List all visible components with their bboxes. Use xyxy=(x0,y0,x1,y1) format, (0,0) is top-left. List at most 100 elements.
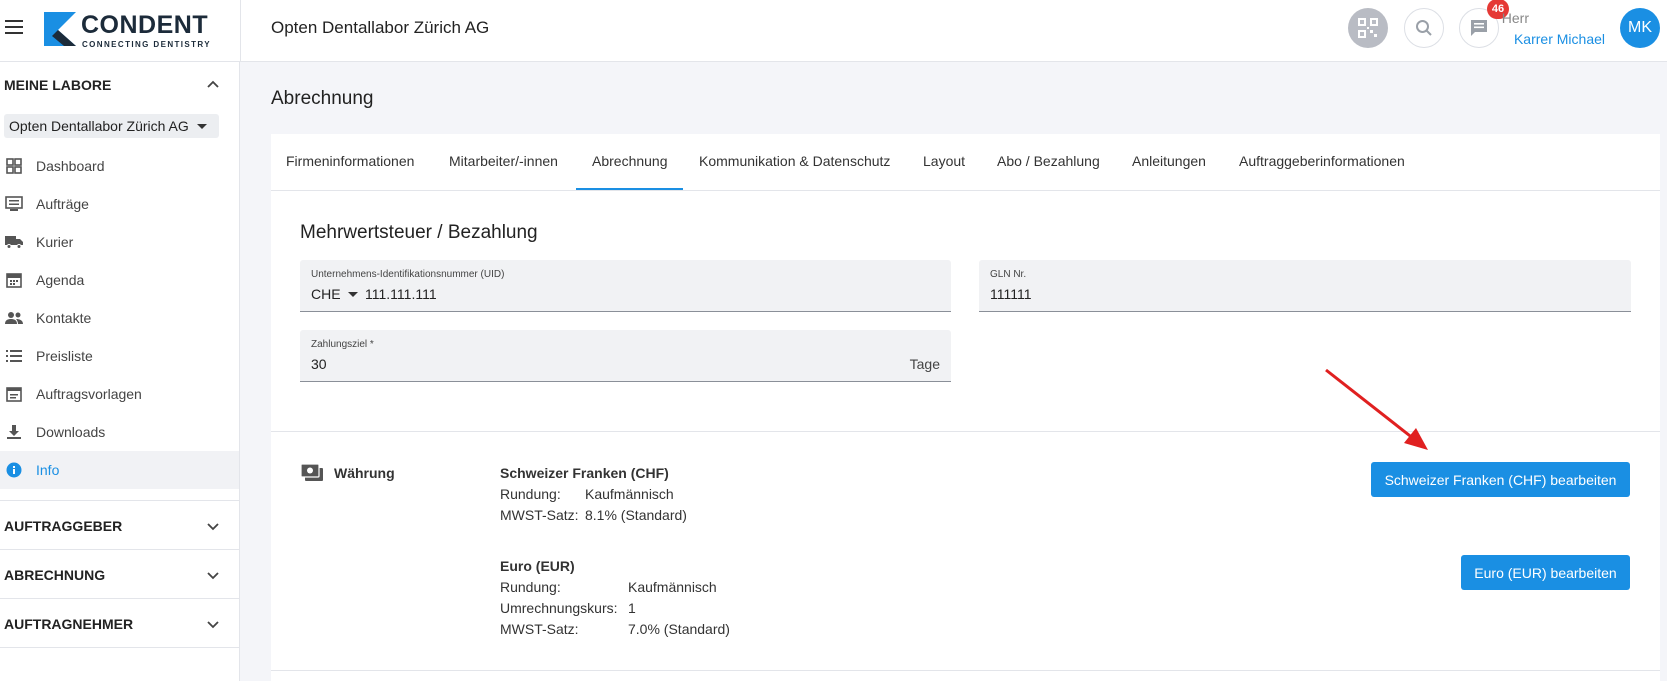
search-icon xyxy=(1416,20,1432,36)
list-icon xyxy=(5,347,23,365)
chevron-down-icon[interactable] xyxy=(207,520,219,532)
logo[interactable]: CONDENT CONNECTING DENTISTRY xyxy=(44,10,244,54)
edit-eur-button[interactable]: Euro (EUR) bearbeiten xyxy=(1461,555,1630,590)
uid-field[interactable]: Unternehmens-Identifikationsnummer (UID)… xyxy=(300,260,951,312)
uid-label: Unternehmens-Identifikationsnummer (UID) xyxy=(311,269,505,280)
section-contractors[interactable]: AUFTRAGNEHMER xyxy=(4,616,133,632)
logo-subtext: CONNECTING DENTISTRY xyxy=(82,40,212,49)
info-icon xyxy=(5,461,23,479)
currency-icon xyxy=(301,464,323,481)
tab-bar: Firmeninformationen Mitarbeiter/-innen A… xyxy=(271,134,1660,191)
avatar[interactable]: MK xyxy=(1620,8,1660,48)
sidebar: MEINE LABORE Opten Dentallabor Zürich AG… xyxy=(0,62,240,681)
sidebar-item-dashboard[interactable]: Dashboard xyxy=(0,147,239,185)
people-icon xyxy=(5,309,23,327)
eur-vat-value: 7.0% (Standard) xyxy=(628,621,730,637)
divider xyxy=(271,431,1660,432)
sidebar-item-label: Downloads xyxy=(36,424,106,440)
chevron-down-icon[interactable] xyxy=(207,569,219,581)
sidebar-item-label: Dashboard xyxy=(36,158,105,174)
tab-employees[interactable]: Mitarbeiter/-innen xyxy=(449,153,558,169)
download-icon xyxy=(5,423,23,441)
sidebar-item-label: Kurier xyxy=(36,234,74,250)
eur-rounding-value: Kaufmännisch xyxy=(628,579,717,595)
template-icon xyxy=(5,385,23,403)
chevron-down-icon[interactable] xyxy=(207,618,219,630)
divider xyxy=(0,647,239,648)
tab-client-info[interactable]: Auftraggeberinformationen xyxy=(1239,153,1405,169)
divider xyxy=(0,549,239,550)
company-name: Opten Dentallabor Zürich AG xyxy=(271,18,490,37)
chat-icon xyxy=(1471,20,1487,36)
chf-vat-value: 8.1% (Standard) xyxy=(585,507,687,523)
sidebar-item-downloads[interactable]: Downloads xyxy=(0,413,239,451)
eur-name: Euro (EUR) xyxy=(500,558,575,574)
divider xyxy=(0,500,239,501)
sidebar-item-pricelist[interactable]: Preisliste xyxy=(0,337,239,375)
sidebar-item-label: Auftragsvorlagen xyxy=(36,386,142,402)
payment-term-field[interactable]: Zahlungsziel * 30 Tage xyxy=(300,330,951,382)
currency-label: Währung xyxy=(334,465,395,481)
sidebar-item-orders[interactable]: Aufträge xyxy=(0,185,239,223)
qr-code-button[interactable] xyxy=(1348,8,1388,48)
divider xyxy=(0,598,239,599)
chf-rounding-value: Kaufmännisch xyxy=(585,486,674,502)
uid-input[interactable]: 111.111.111 xyxy=(365,286,437,302)
payment-term-suffix: Tage xyxy=(909,356,940,372)
sidebar-item-contacts[interactable]: Kontakte xyxy=(0,299,239,337)
active-tab-indicator xyxy=(576,188,683,190)
user-name[interactable]: Karrer Michael xyxy=(1514,31,1605,47)
sidebar-item-label: Kontakte xyxy=(36,310,92,326)
gln-label: GLN Nr. xyxy=(990,269,1027,280)
tab-layout[interactable]: Layout xyxy=(923,153,965,169)
menu-icon[interactable] xyxy=(5,20,23,36)
calendar-icon xyxy=(5,271,23,289)
gln-input[interactable]: 111111 xyxy=(990,286,1032,302)
qr-code-icon xyxy=(1358,18,1378,38)
sidebar-item-agenda[interactable]: Agenda xyxy=(0,261,239,299)
truck-icon xyxy=(5,233,23,251)
top-bar: CONDENT CONNECTING DENTISTRY Opten Denta… xyxy=(0,0,1667,62)
lab-select-value: Opten Dentallabor Zürich AG xyxy=(9,118,189,134)
dashboard-icon xyxy=(5,157,23,175)
header-divider xyxy=(240,0,241,62)
section-my-labs[interactable]: MEINE LABORE xyxy=(4,77,111,93)
search-button[interactable] xyxy=(1404,8,1444,48)
sidebar-item-label: Preisliste xyxy=(36,348,93,364)
section-billing[interactable]: ABRECHNUNG xyxy=(4,567,105,583)
section-clients[interactable]: AUFTRAGGEBER xyxy=(4,518,122,534)
eur-rounding-label: Rundung: xyxy=(500,579,561,595)
gln-field[interactable]: GLN Nr. 111111 xyxy=(979,260,1631,312)
sidebar-item-label: Aufträge xyxy=(36,196,89,212)
tab-communication[interactable]: Kommunikation & Datenschutz xyxy=(699,153,890,169)
caret-down-icon[interactable] xyxy=(348,292,358,297)
logo-text: CONDENT xyxy=(81,11,209,39)
eur-rate-value: 1 xyxy=(628,600,636,616)
uid-prefix-select[interactable]: CHE xyxy=(311,286,341,302)
tab-subscription[interactable]: Abo / Bezahlung xyxy=(997,153,1100,169)
sidebar-item-info[interactable]: Info xyxy=(0,451,239,489)
lab-select[interactable]: Opten Dentallabor Zürich AG xyxy=(4,114,219,138)
tab-billing[interactable]: Abrechnung xyxy=(592,153,668,169)
sidebar-item-courier[interactable]: Kurier xyxy=(0,223,239,261)
section-title: Mehrwertsteuer / Bezahlung xyxy=(300,222,538,243)
sidebar-item-label: Agenda xyxy=(36,272,85,288)
chf-name: Schweizer Franken (CHF) xyxy=(500,465,669,481)
payment-term-label: Zahlungsziel * xyxy=(311,339,374,350)
chf-vat-label: MWST-Satz: xyxy=(500,507,579,523)
user-salutation: Herr xyxy=(1501,10,1529,26)
orders-icon xyxy=(5,195,23,213)
caret-down-icon xyxy=(197,124,207,129)
eur-vat-label: MWST-Satz: xyxy=(500,621,579,637)
edit-chf-button[interactable]: Schweizer Franken (CHF) bearbeiten xyxy=(1371,462,1630,497)
chf-rounding-label: Rundung: xyxy=(500,486,561,502)
divider xyxy=(271,670,1660,671)
page-title: Abrechnung xyxy=(271,88,374,109)
payment-term-input[interactable]: 30 xyxy=(311,356,327,372)
sidebar-item-order-templates[interactable]: Auftragsvorlagen xyxy=(0,375,239,413)
tab-guides[interactable]: Anleitungen xyxy=(1132,153,1206,169)
chevron-up-icon[interactable] xyxy=(207,79,219,91)
tab-company-info[interactable]: Firmeninformationen xyxy=(286,153,414,169)
eur-rate-label: Umrechnungskurs: xyxy=(500,600,618,616)
settings-card: Firmeninformationen Mitarbeiter/-innen A… xyxy=(271,134,1660,681)
